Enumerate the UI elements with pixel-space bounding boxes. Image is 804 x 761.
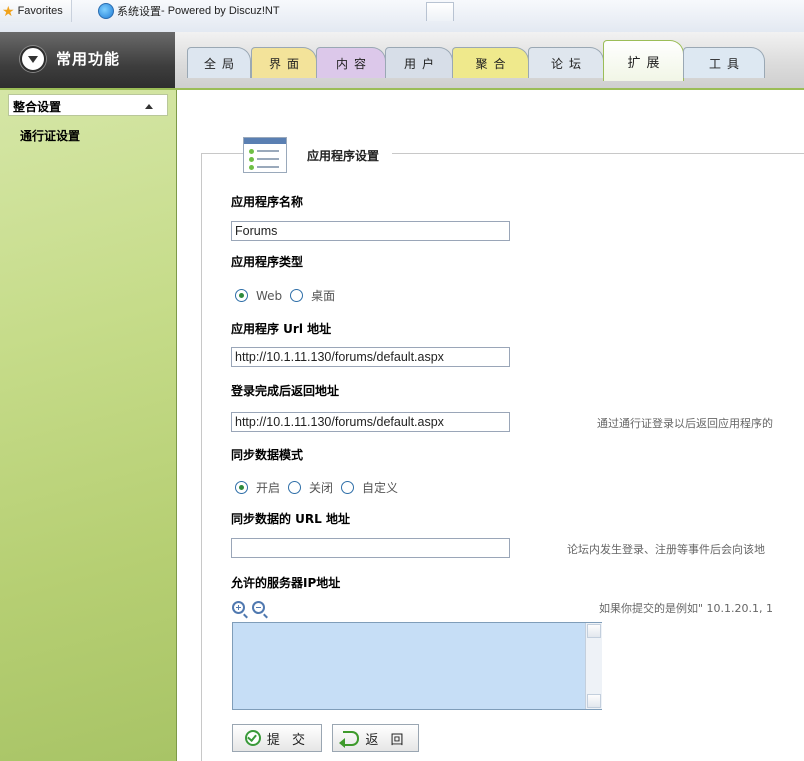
sync-url-hint: 论坛内发生登录、注册等事件后会向该地 xyxy=(567,543,765,556)
nav-tab-label: 内容 xyxy=(335,56,372,71)
check-circle-icon xyxy=(244,730,261,746)
zoom-out-icon[interactable] xyxy=(252,601,265,614)
nav-tab[interactable]: 论坛 xyxy=(528,47,604,78)
sync-mode-radio-on[interactable] xyxy=(235,481,248,494)
return-url-hint: 通过通行证登录以后返回应用程序的 xyxy=(597,417,773,430)
nav-tab[interactable]: 全局 xyxy=(187,47,251,78)
sync-mode-radio-off[interactable] xyxy=(288,481,302,494)
sidebar-item-passport-settings[interactable]: 通行证设置 xyxy=(20,127,80,144)
nav-tab[interactable]: 用户 xyxy=(385,47,453,78)
sync-mode-radio-custom[interactable] xyxy=(341,481,355,494)
return-url-label: 登录完成后返回地址 xyxy=(231,384,340,398)
sidebar: 整合设置 通行证设置 xyxy=(0,90,177,761)
app-name-label: 应用程序名称 xyxy=(231,195,304,209)
common-functions-menu[interactable]: 常用功能 xyxy=(0,32,175,88)
app-url-label: 应用程序 Url 地址 xyxy=(231,322,332,336)
nav-tab-label: 论坛 xyxy=(550,56,587,71)
sync-mode-label: 同步数据模式 xyxy=(231,448,304,462)
app-url-input[interactable] xyxy=(231,347,510,367)
app-type-option-web: Web xyxy=(256,288,283,303)
zoom-in-icon[interactable] xyxy=(232,601,245,614)
settings-form-icon xyxy=(243,137,287,173)
sync-url-label: 同步数据的 URL 地址 xyxy=(231,512,350,526)
nav-tab[interactable]: 聚合 xyxy=(452,47,529,78)
nav-tab-label: 聚合 xyxy=(475,56,512,71)
favorites-button[interactable]: ★ Favorites xyxy=(0,0,72,22)
sync-url-input[interactable] xyxy=(231,538,510,558)
return-url-input[interactable] xyxy=(231,412,510,432)
nav-tab[interactable]: 内容 xyxy=(316,47,386,78)
fieldset-border-left xyxy=(201,153,202,761)
menu-label: 常用功能 xyxy=(56,50,121,68)
server-ip-label: 允许的服务器IP地址 xyxy=(231,576,341,590)
browser-tab-title-cn: 系统设置 xyxy=(117,5,161,18)
app-type-label: 应用程序类型 xyxy=(231,255,304,269)
textarea-scrollbar[interactable] xyxy=(585,623,602,709)
server-ip-textarea[interactable] xyxy=(232,622,602,710)
favorites-label: Favorites xyxy=(17,5,63,17)
nav-tab-label: 用户 xyxy=(403,56,440,71)
browser-toolbar: ★ Favorites 系统设置 - Powered by Discuz!NT xyxy=(0,0,804,33)
return-arrow-icon xyxy=(339,730,360,748)
app-type-radio-desktop[interactable] xyxy=(290,289,304,302)
app-type-radio-web[interactable] xyxy=(235,289,248,302)
back-button[interactable]: 返 回 xyxy=(332,724,419,752)
nav-tab-label: 全局 xyxy=(203,56,240,71)
submit-label: 提 交 xyxy=(266,732,310,748)
zoom-controls xyxy=(232,601,265,614)
new-tab-button[interactable] xyxy=(426,2,454,21)
main-content: 应用程序设置 应用程序名称 应用程序类型 Web 桌面 应用程序 Url 地址 … xyxy=(177,90,804,761)
fieldset-border xyxy=(392,153,804,154)
nav-tab[interactable]: 工具 xyxy=(683,47,765,78)
fieldset-border xyxy=(201,153,243,154)
app-name-input[interactable] xyxy=(231,221,510,241)
nav-tab-label: 界面 xyxy=(268,56,305,71)
submit-button[interactable]: 提 交 xyxy=(232,724,322,752)
sync-mode-option-off: 关闭 xyxy=(309,481,334,495)
browser-tab[interactable]: 系统设置 - Powered by Discuz!NT xyxy=(95,0,280,22)
star-icon: ★ xyxy=(2,2,15,19)
section-title: 应用程序设置 xyxy=(303,147,384,164)
chevron-down-circle-icon xyxy=(20,46,46,72)
sidebar-group-integration[interactable]: 整合设置 xyxy=(8,94,168,116)
app-type-radio-group: Web 桌面 xyxy=(235,287,343,304)
sync-mode-option-on: 开启 xyxy=(256,481,281,495)
app-type-option-desktop: 桌面 xyxy=(311,289,336,303)
sidebar-group-label: 整合设置 xyxy=(13,100,62,114)
collapse-caret-icon xyxy=(145,104,153,109)
sync-mode-radio-group: 开启 关闭 自定义 xyxy=(235,479,406,496)
back-label: 返 回 xyxy=(365,732,408,748)
server-ip-hint: 如果你提交的是例如" 10.1.20.1, 1 xyxy=(599,602,774,615)
nav-tab-label: 扩展 xyxy=(627,55,666,71)
nav-tab[interactable]: 界面 xyxy=(251,47,317,78)
app-header: 常用功能 全局 界面 内容 用户 聚合 论坛 扩展 工具 xyxy=(0,32,804,90)
scroll-up-button[interactable] xyxy=(587,624,601,638)
scroll-down-button[interactable] xyxy=(587,694,601,708)
nav-tab[interactable]: 扩展 xyxy=(603,40,684,81)
browser-tab-title-rest: - Powered by Discuz!NT xyxy=(161,5,280,17)
ie-icon xyxy=(98,3,114,19)
nav-tab-label: 工具 xyxy=(708,56,745,71)
sync-mode-option-custom: 自定义 xyxy=(362,481,399,495)
